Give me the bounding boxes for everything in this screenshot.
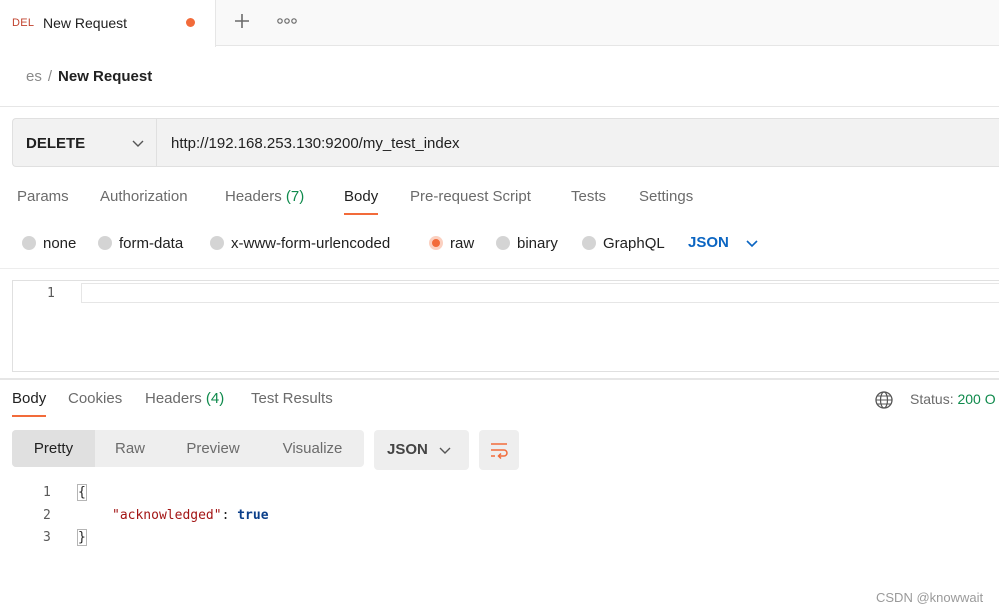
- request-tab[interactable]: DEL New Request: [0, 0, 216, 47]
- plus-icon[interactable]: [230, 9, 254, 33]
- tab-label: Cookies: [68, 390, 123, 407]
- tab-label: Headers: [145, 390, 202, 407]
- code-line: 3 }: [0, 527, 600, 549]
- json-colon: :: [221, 508, 238, 523]
- tab-label: Pre-request Script: [410, 188, 531, 205]
- tab-headers[interactable]: Headers (7): [225, 188, 304, 205]
- status-label: Status:: [910, 391, 954, 407]
- chevron-down-icon: [439, 447, 451, 454]
- radio-label: raw: [450, 235, 475, 252]
- breadcrumb-collection[interactable]: es: [26, 68, 42, 85]
- tab-label: Params: [17, 188, 69, 205]
- tab-label: Authorization: [100, 188, 188, 205]
- tab-params[interactable]: Params: [17, 188, 69, 205]
- watermark: CSDN @knowwait: [876, 590, 984, 605]
- active-tab-underline: [12, 415, 47, 417]
- chevron-down-icon[interactable]: [745, 236, 759, 250]
- line-number: 3: [43, 530, 51, 545]
- json-key: "acknowledged": [112, 508, 222, 523]
- tab-count: (4): [205, 390, 225, 407]
- response-body-viewer[interactable]: 1 { 2 "acknowledged": true 3 }: [0, 482, 999, 562]
- tab-cookies[interactable]: Cookies: [68, 390, 122, 407]
- tab-response-headers[interactable]: Headers (4): [145, 390, 224, 407]
- view-pretty[interactable]: Pretty: [12, 430, 95, 467]
- tab-label: Headers: [225, 188, 282, 205]
- tab-response-body[interactable]: Body: [12, 390, 47, 417]
- tab-pre-request-script[interactable]: Pre-request Script: [410, 188, 531, 205]
- tab-label: Settings: [639, 188, 694, 205]
- tab-label: Tests: [571, 188, 607, 205]
- divider: [0, 268, 999, 269]
- radio-circle: [98, 236, 112, 250]
- line-number: 1: [43, 485, 51, 500]
- tab-body[interactable]: Body: [344, 188, 379, 215]
- chevron-down-icon: [132, 140, 144, 147]
- active-line: [81, 283, 999, 303]
- json-value: true: [237, 508, 269, 523]
- radio-label: none: [43, 235, 77, 252]
- json-entry: "acknowledged": true: [112, 508, 269, 523]
- view-visualize[interactable]: Visualize: [261, 430, 364, 467]
- divider: [0, 106, 999, 107]
- breadcrumb-separator: /: [47, 68, 53, 85]
- tab-label: Body: [12, 390, 47, 407]
- radio-label: x-www-form-urlencoded: [231, 235, 391, 252]
- active-tab-underline: [344, 213, 379, 215]
- tab-method: DEL: [12, 17, 35, 29]
- view-raw[interactable]: Raw: [95, 430, 165, 467]
- radio-circle: [210, 236, 224, 250]
- radio-label: GraphQL: [603, 235, 665, 252]
- globe-icon[interactable]: [874, 390, 894, 410]
- code-line: 1 {: [0, 482, 600, 504]
- tab-test-results[interactable]: Test Results: [251, 390, 333, 407]
- radio-circle: [429, 236, 443, 250]
- more-icon[interactable]: [276, 12, 298, 30]
- radio-circle: [496, 236, 510, 250]
- method-label: DELETE: [26, 135, 86, 152]
- status-value[interactable]: 200 O: [957, 391, 995, 407]
- open-brace: {: [77, 484, 87, 501]
- tab-title: New Request: [43, 15, 128, 31]
- breadcrumb-current[interactable]: New Request: [58, 68, 152, 85]
- response-status: Status: 200 O: [910, 391, 996, 407]
- tab-label: Test Results: [251, 390, 333, 407]
- radio-label: binary: [517, 235, 558, 252]
- tab-settings[interactable]: Settings: [639, 188, 693, 205]
- format-label: JSON: [387, 441, 428, 458]
- tab-bar: DEL New Request: [0, 0, 999, 47]
- line-number: 1: [47, 286, 55, 301]
- url-input[interactable]: http://192.168.253.130:9200/my_test_inde…: [171, 135, 460, 152]
- response-format-select[interactable]: JSON: [374, 430, 469, 470]
- wrap-lines-button[interactable]: [479, 430, 519, 470]
- breadcrumb: es / New Request: [26, 68, 152, 85]
- tab-label: Body: [344, 188, 379, 205]
- unsaved-dot-icon: [186, 18, 195, 27]
- close-brace: }: [77, 529, 87, 546]
- tab-tests[interactable]: Tests: [571, 188, 606, 205]
- wrap-lines-icon: [491, 443, 508, 460]
- radio-circle: [22, 236, 36, 250]
- view-preview[interactable]: Preview: [165, 430, 261, 467]
- body-format-select[interactable]: JSON: [688, 234, 729, 251]
- line-number: 2: [43, 508, 51, 523]
- method-select[interactable]: DELETE: [13, 119, 157, 166]
- radio-circle: [582, 236, 596, 250]
- view-mode-segmented: Pretty Raw Preview Visualize: [12, 430, 364, 467]
- radio-label: form-data: [119, 235, 184, 252]
- code-line: 2 "acknowledged": true: [0, 505, 600, 527]
- request-body-editor[interactable]: 1: [12, 280, 999, 372]
- url-bar: DELETE http://192.168.253.130:9200/my_te…: [12, 118, 999, 167]
- tab-authorization[interactable]: Authorization: [100, 188, 188, 205]
- pane-divider[interactable]: [0, 378, 999, 380]
- tab-count: (7): [285, 188, 305, 205]
